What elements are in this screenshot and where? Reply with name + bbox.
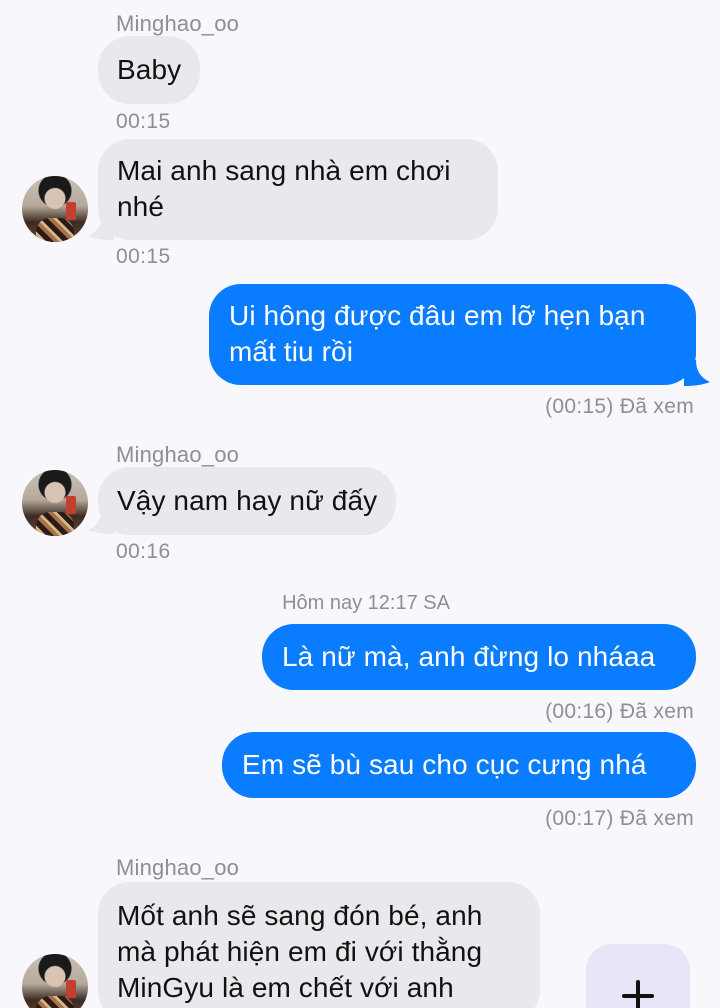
message-text-line: MinGyu là em chết với anh — [117, 972, 454, 1003]
read-receipt: (00:15) Đã xem — [545, 395, 694, 418]
add-button[interactable] — [586, 944, 690, 1008]
outgoing-message[interactable]: Em sẽ bù sau cho cục cưng nhá — [222, 732, 696, 798]
contact-avatar[interactable] — [22, 470, 88, 536]
date-divider: Hôm nay 12:17 SA — [282, 592, 450, 614]
incoming-message[interactable]: Baby — [98, 36, 201, 104]
message-time: 00:15 — [116, 245, 171, 268]
read-receipt: (00:17) Đã xem — [545, 807, 694, 830]
sender-name: Minghao_oo — [116, 11, 240, 36]
avatar-shirt — [36, 218, 74, 242]
message-text-line: Mai anh sang nhà em chơi — [117, 155, 451, 186]
read-receipt: (00:16) Đã xem — [545, 700, 694, 723]
avatar-phone — [66, 202, 76, 220]
sender-name: Minghao_oo — [116, 855, 240, 880]
bubble-tail-icon — [684, 360, 710, 386]
incoming-message[interactable]: Mai anh sang nhà em chơi nhé — [98, 139, 498, 240]
message-text-line: Ui hông được đâu em lỡ hẹn bạn — [229, 300, 646, 331]
outgoing-message[interactable]: Ui hông được đâu em lỡ hẹn bạn mất tiu r… — [209, 284, 696, 385]
plus-icon — [622, 980, 654, 1008]
avatar-phone — [66, 496, 76, 514]
message-text: Là nữ mà, anh đừng lo nháaa — [282, 641, 656, 672]
incoming-message[interactable]: Mốt anh sẽ sang đón bé, anh mà phát hiện… — [98, 882, 540, 1008]
message-time: 00:16 — [116, 540, 171, 563]
message-text: Baby — [117, 54, 182, 85]
contact-avatar[interactable] — [22, 176, 88, 242]
message-text-line: mà phát hiện em đi với thằng — [117, 936, 483, 967]
message-text: Em sẽ bù sau cho cục cưng nhá — [242, 749, 647, 780]
avatar-shirt — [36, 512, 74, 536]
avatar-phone — [66, 980, 76, 998]
message-time: 00:15 — [116, 110, 171, 133]
chat-thread: Minghao_oo Baby 00:15 Mai anh sang nhà e… — [0, 0, 720, 1008]
message-text-line: nhé — [117, 191, 165, 222]
incoming-message[interactable]: Vậy nam hay nữ đấy — [98, 467, 397, 535]
message-text: Vậy nam hay nữ đấy — [117, 485, 378, 516]
outgoing-message[interactable]: Là nữ mà, anh đừng lo nháaa — [262, 624, 696, 690]
message-text-line: Mốt anh sẽ sang đón bé, anh — [117, 900, 483, 931]
contact-avatar[interactable] — [22, 954, 88, 1008]
sender-name: Minghao_oo — [116, 442, 240, 467]
message-text-line: mất tiu rồi — [229, 336, 354, 367]
